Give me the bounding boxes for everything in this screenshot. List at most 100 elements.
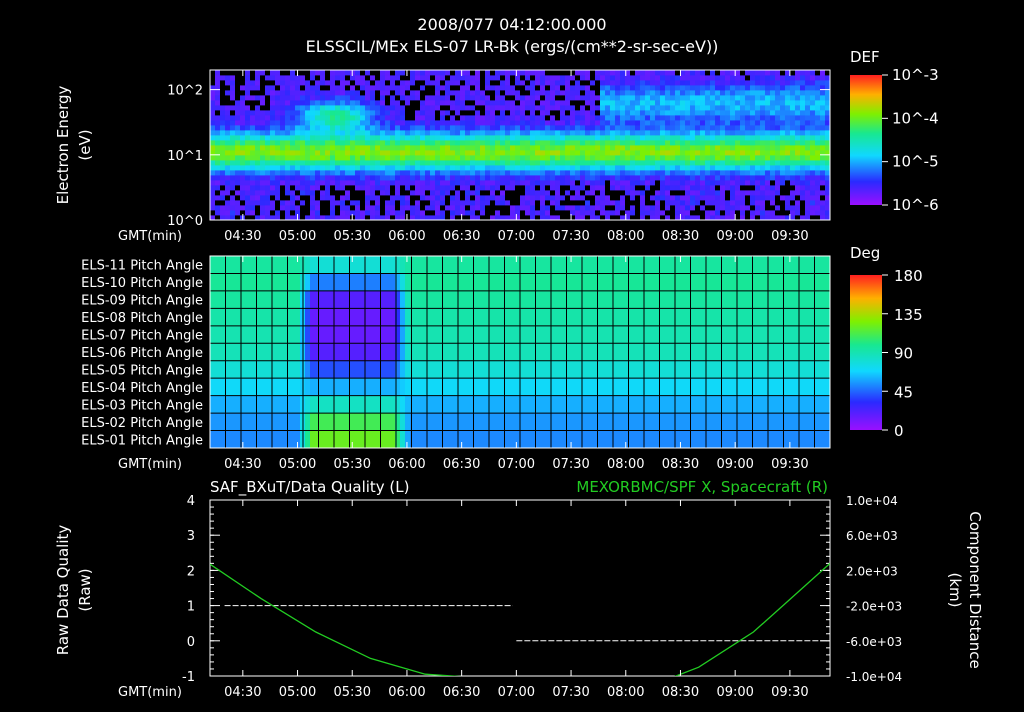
spectrogram-cell <box>395 155 400 160</box>
spectrogram-cell <box>755 160 760 165</box>
spectrogram-cell <box>220 150 225 155</box>
spectrogram-cell <box>410 190 415 195</box>
pitch-angle-cell <box>700 396 705 414</box>
spectrogram-cell <box>395 100 400 105</box>
spectrogram-cell <box>755 90 760 95</box>
pitch-angle-cell <box>320 308 325 326</box>
spectrogram-cell <box>430 140 435 145</box>
pitch-angle-cell <box>320 396 325 414</box>
spectrogram-cell <box>525 195 530 200</box>
pitch-angle-cell <box>540 308 545 326</box>
spectrogram-cell <box>230 185 235 190</box>
pitch-angle-cell <box>210 378 215 396</box>
spectrogram-cell <box>600 135 605 140</box>
spectrogram-cell <box>745 200 750 205</box>
spectrogram-cell <box>720 155 725 160</box>
pitch-angle-cell <box>650 256 655 274</box>
pitch-angle-cell <box>340 378 345 396</box>
spectrogram-cell <box>345 200 350 205</box>
pitch-angle-cell <box>510 256 515 274</box>
spectrogram-cell <box>665 100 670 105</box>
spectrogram-cell <box>400 170 405 175</box>
pitch-angle-cell <box>275 413 280 431</box>
spectrogram-cell <box>325 125 330 130</box>
spectrogram-cell <box>405 70 410 75</box>
pitch-angle-cell <box>570 413 575 431</box>
spectrogram-cell <box>805 140 810 145</box>
spectrogram-cell <box>800 170 805 175</box>
spectrogram-cell <box>390 75 395 80</box>
spectrogram-cell <box>255 195 260 200</box>
spectrogram-cell <box>420 110 425 115</box>
pitch-angle-cell <box>330 413 335 431</box>
pitch-angle-cell <box>680 378 685 396</box>
spectrogram-cell <box>535 155 540 160</box>
spectrogram-cell <box>810 135 815 140</box>
spectrogram-cell <box>260 100 265 105</box>
pitch-angle-cell <box>480 396 485 414</box>
spectrogram-cell <box>625 150 630 155</box>
spectrogram-cell <box>350 150 355 155</box>
spectrogram-cell <box>530 80 535 85</box>
pitch-angle-cell <box>490 291 495 309</box>
pitch-angle-cell <box>685 273 690 291</box>
spectrogram-cell <box>790 70 795 75</box>
spectrogram-cell <box>790 105 795 110</box>
spectrogram-cell <box>735 110 740 115</box>
spectrogram-cell <box>285 85 290 90</box>
spectrogram-cell <box>650 210 655 215</box>
pitch-angle-cell <box>660 361 665 379</box>
pitch-angle-cell <box>795 396 800 414</box>
spectrogram-cell <box>550 180 555 185</box>
pitch-angle-cell <box>735 256 740 274</box>
spectrogram-cell <box>630 110 635 115</box>
spectrogram-cell <box>570 125 575 130</box>
spectrogram-cell <box>555 155 560 160</box>
spectrogram-cell <box>300 160 305 165</box>
spectrogram-cell <box>760 210 765 215</box>
pitch-angle-cell <box>270 413 275 431</box>
spectrogram-cell <box>660 165 665 170</box>
spectrogram-cell <box>255 145 260 150</box>
spectrogram-cell <box>260 145 265 150</box>
spectrogram-cell <box>235 175 240 180</box>
spectrogram-cell <box>710 200 715 205</box>
spectrogram-cell <box>550 165 555 170</box>
spectrogram-cell <box>245 70 250 75</box>
spectrogram-cell <box>350 115 355 120</box>
spectrogram-cell <box>690 85 695 90</box>
spectrogram-cell <box>590 205 595 210</box>
spectrogram-cell <box>695 75 700 80</box>
spectrogram-cell <box>280 195 285 200</box>
spectrogram-cell <box>275 75 280 80</box>
pitch-angle-cell <box>280 291 285 309</box>
spectrogram-cell <box>530 70 535 75</box>
spectrogram-cell <box>775 135 780 140</box>
pitch-angle-cell <box>375 326 380 344</box>
pitch-angle-cell <box>635 326 640 344</box>
spectrogram-cell <box>485 90 490 95</box>
spectrogram-cell <box>570 195 575 200</box>
spectrogram-cell <box>615 75 620 80</box>
spectrogram-cell <box>630 80 635 85</box>
spectrogram-cell <box>230 90 235 95</box>
spectrogram-cell <box>580 75 585 80</box>
spectrogram-cell <box>215 195 220 200</box>
spectrogram-cell <box>710 190 715 195</box>
spectrogram-cell <box>560 155 565 160</box>
spectrogram-cell <box>685 190 690 195</box>
spectrogram-cell <box>240 100 245 105</box>
spectrogram-cell <box>415 125 420 130</box>
pitch-angle-cell <box>805 361 810 379</box>
spectrogram-cell <box>570 160 575 165</box>
spectrogram-cell <box>705 115 710 120</box>
spectrogram-cell <box>810 180 815 185</box>
spectrogram-cell <box>600 130 605 135</box>
spectrogram-cell <box>790 200 795 205</box>
spectrogram-cell <box>495 90 500 95</box>
pitch-angle-cell <box>590 413 595 431</box>
spectrogram-cell <box>265 140 270 145</box>
spectrogram-cell <box>735 120 740 125</box>
spectrogram-cell <box>510 125 515 130</box>
spectrogram-cell <box>400 205 405 210</box>
